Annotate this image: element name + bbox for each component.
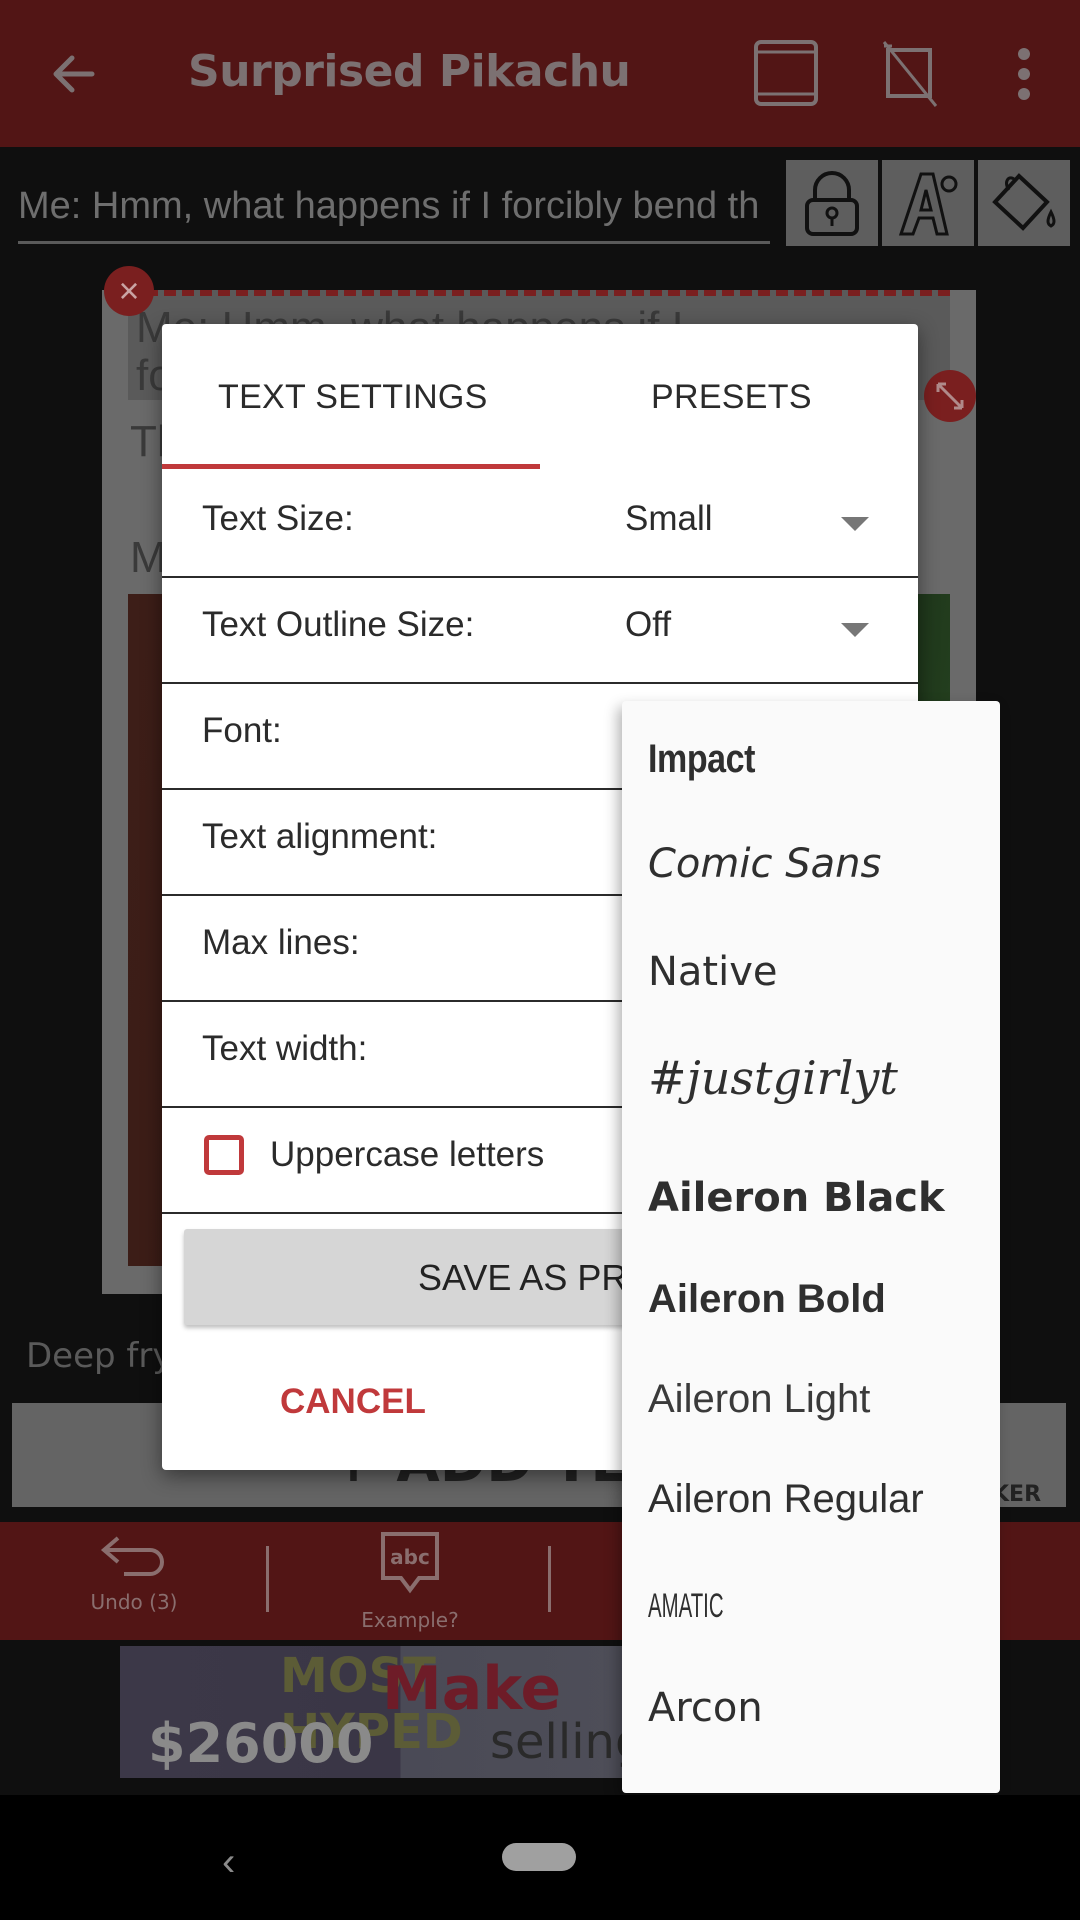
paint-bucket-icon xyxy=(992,173,1056,231)
font-option-justgirlyt[interactable]: #justgirlyt xyxy=(648,1051,898,1105)
svg-text:abc: abc xyxy=(390,1545,430,1569)
cancel-button[interactable]: CANCEL xyxy=(280,1382,426,1422)
frame-icon[interactable] xyxy=(750,38,822,110)
text-outline-size-value[interactable]: Off xyxy=(625,605,671,645)
divider xyxy=(548,1546,551,1612)
uppercase-label: Uppercase letters xyxy=(270,1135,545,1174)
text-outline-size-label: Text Outline Size: xyxy=(202,605,475,644)
active-tab-indicator xyxy=(162,464,540,469)
font-option-aileron-light[interactable]: Aileron Light xyxy=(648,1377,870,1422)
meme-text-input[interactable]: Me: Hmm, what happens if I forcibly bend… xyxy=(18,185,770,244)
crop-off-icon[interactable] xyxy=(874,38,946,110)
undo-label: Undo (3) xyxy=(90,1590,178,1614)
font-option-arcon[interactable]: Arcon xyxy=(648,1685,763,1731)
text-size-row[interactable]: Text Size: Small xyxy=(162,471,918,578)
font-option-aileron-bold[interactable]: Aileron Bold xyxy=(648,1277,886,1322)
lock-icon xyxy=(805,171,859,236)
font-dropdown-menu: Impact Comic Sans Native #justgirlyt Ail… xyxy=(622,701,1000,1793)
example-button[interactable]: abc Example? xyxy=(330,1530,490,1640)
text-outline-size-row[interactable]: Text Outline Size: Off xyxy=(162,577,918,684)
dropdown-arrow-icon[interactable] xyxy=(841,623,869,637)
close-icon: × xyxy=(118,270,140,311)
uppercase-checkbox[interactable] xyxy=(204,1135,244,1175)
text-alignment-label: Text alignment: xyxy=(202,817,438,856)
tab-text-settings[interactable]: TEXT SETTINGS xyxy=(218,378,488,417)
deep-fry-label[interactable]: Deep fry/ xyxy=(26,1336,184,1376)
arrow-left-icon[interactable] xyxy=(48,48,100,100)
lock-button[interactable] xyxy=(786,160,878,246)
font-option-amatic[interactable]: Amatic xyxy=(648,1587,724,1626)
text-width-label: Text width: xyxy=(202,1029,368,1068)
app-title: Surprised Pikachu xyxy=(188,46,631,97)
text-size-value[interactable]: Small xyxy=(625,499,713,539)
text-size-label: Text Size: xyxy=(202,499,354,538)
font-label: Font: xyxy=(202,711,282,750)
font-option-aileron-regular[interactable]: Aileron Regular xyxy=(648,1477,924,1522)
ad-text: $26000 xyxy=(148,1712,374,1775)
font-option-impact[interactable]: Impact xyxy=(648,737,755,782)
resize-icon xyxy=(936,382,964,410)
abc-speech-bubble-icon: abc xyxy=(381,1532,439,1594)
more-vert-icon[interactable] xyxy=(988,38,1060,110)
undo-icon xyxy=(100,1536,164,1576)
font-option-comic-sans[interactable]: Comic Sans xyxy=(648,841,881,887)
max-lines-label: Max lines: xyxy=(202,923,360,962)
example-label: Example? xyxy=(361,1608,459,1632)
ad-text: selling p xyxy=(490,1714,630,1778)
app-bar: Surprised Pikachu xyxy=(0,0,1080,147)
resize-handle[interactable] xyxy=(924,370,976,422)
text-settings-icon xyxy=(898,172,958,236)
tab-presets[interactable]: PRESETS xyxy=(651,378,812,417)
undo-button[interactable]: Undo (3) xyxy=(54,1530,214,1640)
ad-banner[interactable]: MOST HYPED Make $26000 selling p xyxy=(120,1646,630,1778)
remove-text-button[interactable]: × xyxy=(104,266,154,316)
text-color-button[interactable] xyxy=(978,160,1070,246)
text-settings-button[interactable] xyxy=(882,160,974,246)
divider xyxy=(266,1546,269,1612)
nav-home-pill-icon[interactable] xyxy=(502,1843,576,1871)
nav-back-icon[interactable]: ‹ xyxy=(222,1840,235,1885)
font-option-native[interactable]: Native xyxy=(648,949,778,995)
dropdown-arrow-icon[interactable] xyxy=(841,517,869,531)
font-option-aileron-black[interactable]: Aileron Black xyxy=(648,1175,945,1221)
